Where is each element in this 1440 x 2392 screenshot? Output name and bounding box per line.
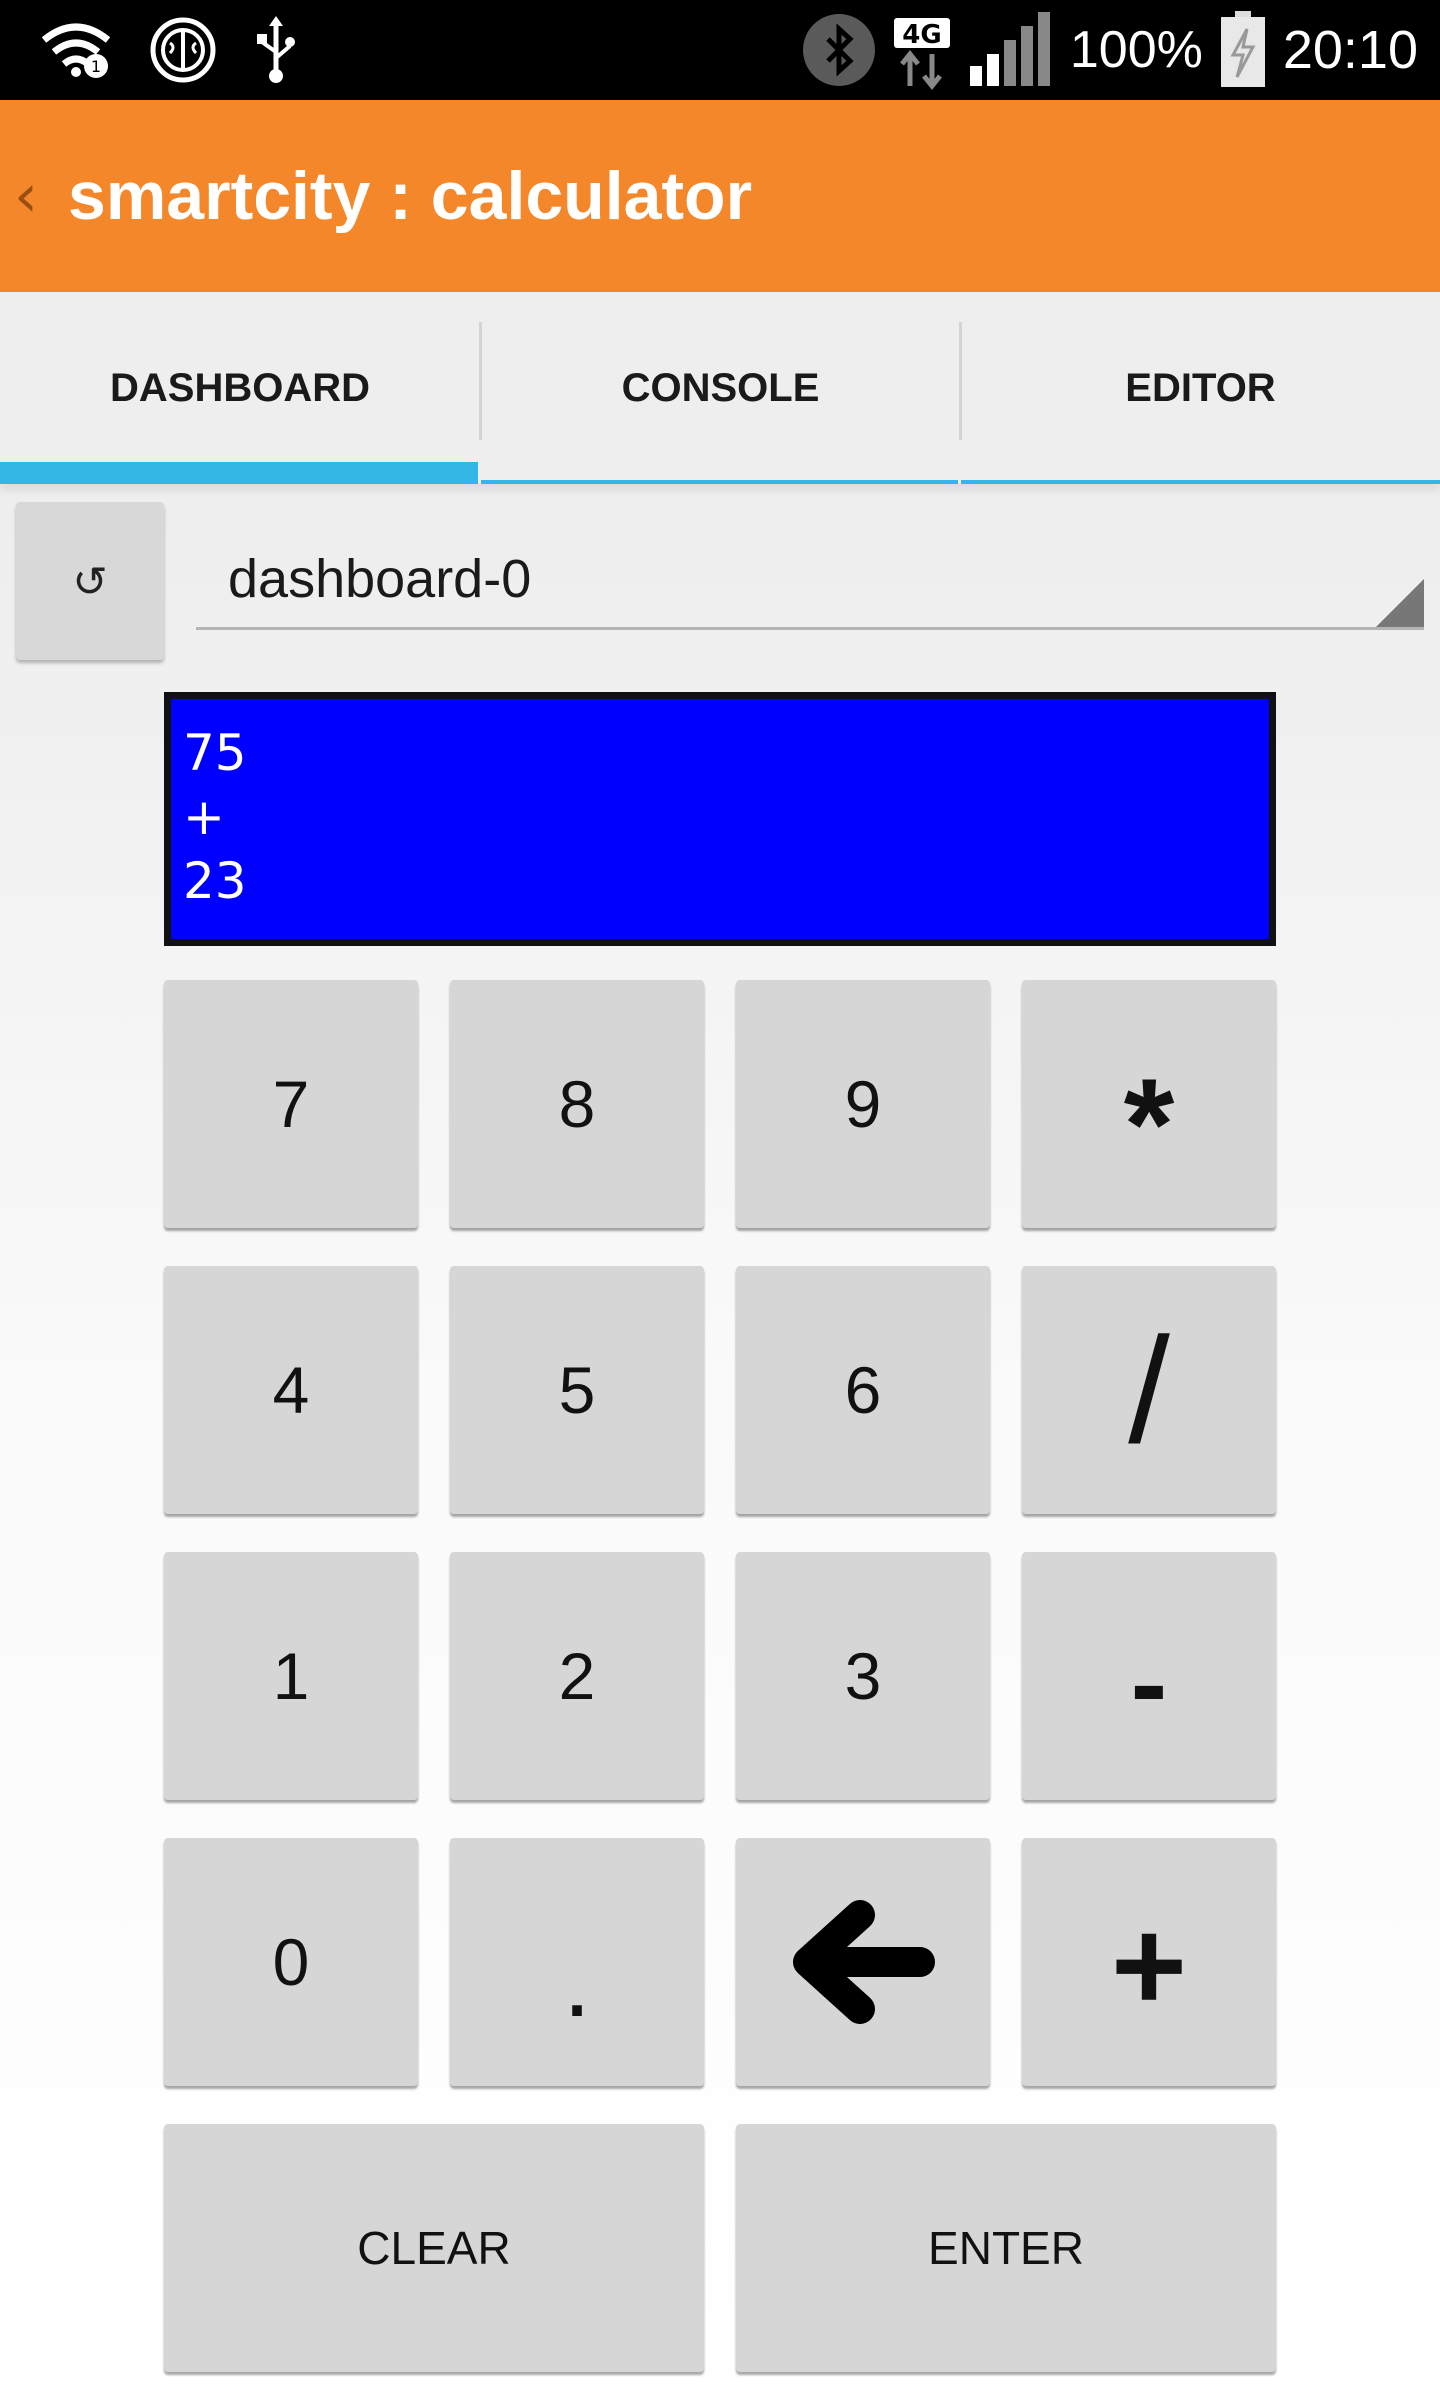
key-subtract[interactable]: - [1022, 1552, 1276, 1800]
clock: 20:10 [1282, 20, 1418, 80]
wifi-icon: 1 [40, 20, 112, 80]
tab-label: CONSOLE [621, 365, 820, 410]
key-label: 1 [272, 1639, 310, 1713]
network-4g-icon: 4G [892, 10, 952, 90]
key-label: 2 [558, 1639, 596, 1713]
key-5[interactable]: 5 [450, 1266, 704, 1514]
display-line: 75 [183, 724, 247, 782]
key-9[interactable]: 9 [736, 980, 990, 1228]
key-label: 9 [844, 1067, 882, 1141]
network-label: 4G [902, 20, 941, 50]
clear-label: CLEAR [357, 2222, 511, 2274]
key-0[interactable]: 0 [164, 1838, 418, 2086]
tab-label: EDITOR [1125, 365, 1276, 410]
key-label: . [563, 1925, 591, 2038]
key-1[interactable]: 1 [164, 1552, 418, 1800]
brain-icon [148, 15, 218, 85]
bluetooth-icon [802, 13, 876, 87]
key-label: + [1111, 1892, 1187, 2038]
clear-button[interactable]: CLEAR [164, 2124, 704, 2372]
display-line: + [183, 788, 225, 846]
dashboard-select[interactable]: dashboard-0 [196, 520, 1424, 630]
usb-icon [254, 16, 298, 84]
tab-indicator [961, 480, 1440, 484]
tab-editor[interactable]: EDITOR [961, 292, 1440, 484]
key-label: 6 [844, 1353, 882, 1427]
tab-dashboard[interactable]: DASHBOARD [0, 292, 480, 484]
refresh-button[interactable]: ↺ [16, 502, 164, 660]
display-line: 23 [183, 852, 247, 910]
enter-button[interactable]: ENTER [736, 2124, 1276, 2372]
key-decimal[interactable]: . [450, 1838, 704, 2086]
tab-console[interactable]: CONSOLE [481, 292, 960, 484]
key-2[interactable]: 2 [450, 1552, 704, 1800]
dropdown-arrow-icon [1376, 579, 1424, 627]
key-divide[interactable]: / [1022, 1266, 1276, 1514]
refresh-icon: ↺ [72, 556, 108, 606]
key-label: 4 [272, 1353, 310, 1427]
tab-bar: DASHBOARD CONSOLE EDITOR [0, 292, 1440, 484]
tab-indicator [481, 480, 958, 484]
action-bar: ‹ smartcity : calculator [0, 100, 1440, 292]
key-label: 8 [558, 1067, 596, 1141]
app-title[interactable]: smartcity : calculator [68, 157, 752, 235]
key-multiply[interactable]: * [1022, 980, 1276, 1228]
signal-icon [968, 10, 1054, 90]
svg-text:1: 1 [91, 57, 101, 76]
battery-charging-icon [1219, 11, 1267, 89]
arrow-left-icon [793, 1900, 935, 2024]
key-7[interactable]: 7 [164, 980, 418, 1228]
key-label: 7 [272, 1067, 310, 1141]
tab-label: DASHBOARD [110, 365, 370, 410]
enter-label: ENTER [928, 2222, 1084, 2274]
key-8[interactable]: 8 [450, 980, 704, 1228]
key-label: - [1130, 1621, 1168, 1745]
key-label: / [1128, 1305, 1170, 1474]
key-6[interactable]: 6 [736, 1266, 990, 1514]
key-label: * [1123, 1051, 1175, 1197]
battery-percent: 100% [1069, 21, 1203, 79]
key-label: 0 [272, 1925, 310, 1999]
key-add[interactable]: + [1022, 1838, 1276, 2086]
tab-indicator-active [0, 462, 478, 484]
key-3[interactable]: 3 [736, 1552, 990, 1800]
key-4[interactable]: 4 [164, 1266, 418, 1514]
key-backspace[interactable] [736, 1838, 990, 2086]
key-label: 3 [844, 1639, 882, 1713]
back-chevron-icon[interactable]: ‹ [14, 161, 64, 231]
calculator-display: 75 + 23 [164, 692, 1276, 946]
key-label: 5 [558, 1353, 596, 1427]
dashboard-select-value: dashboard-0 [228, 549, 532, 609]
status-bar: 1 4G 100% 20:10 [0, 0, 1440, 100]
